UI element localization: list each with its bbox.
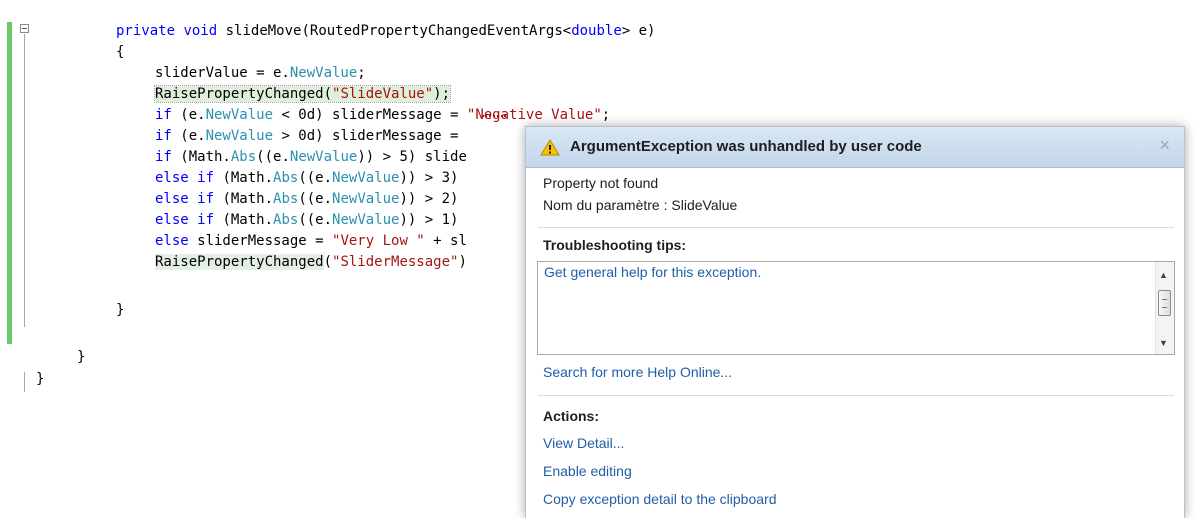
divider [538, 395, 1174, 396]
change-tracking-bar [7, 22, 12, 344]
code-line-12: RaisePropertyChanged("SliderMessage") [155, 254, 467, 270]
scroll-up-icon[interactable]: ▲ [1159, 270, 1168, 280]
outline-line-end [24, 372, 25, 392]
code-line-9: else if (Math.Abs((e.NewValue)) > 2) [155, 191, 459, 207]
code-line-13: } [116, 302, 125, 318]
code-line-7: if (Math.Abs((e.NewValue)) > 5) slide [155, 149, 467, 165]
search-help-online-link[interactable]: Search for more Help Online... [543, 364, 732, 380]
code-line-11: else sliderMessage = "Very Low " + sl [155, 233, 467, 249]
code-line-10: else if (Math.Abs((e.NewValue)) > 1) [155, 212, 459, 228]
close-icon[interactable]: × [1159, 135, 1170, 156]
code-line-15: } [36, 371, 45, 387]
outline-line [24, 34, 25, 327]
general-help-link[interactable]: Get general help for this exception. [544, 264, 761, 280]
view-detail-link[interactable]: View Detail... [543, 435, 624, 451]
scroll-thumb[interactable] [1158, 290, 1171, 316]
actions-heading: Actions: [543, 408, 599, 424]
popup-title: ArgumentException was unhandled by user … [570, 138, 922, 155]
scroll-down-icon[interactable]: ▼ [1159, 338, 1168, 348]
code-editor[interactable]: private void slideMove(RoutedPropertyCha… [0, 0, 1200, 518]
exception-message-line2: Nom du paramètre : SlideValue [543, 197, 738, 213]
copy-exception-detail-link[interactable]: Copy exception detail to the clipboard [543, 491, 776, 507]
code-line-3: sliderValue = e.NewValue; [155, 65, 366, 81]
code-line-2: { [116, 44, 125, 60]
exception-message-line1: Property not found [543, 175, 659, 191]
tips-scrollbar[interactable]: ▲ ▼ [1155, 262, 1174, 354]
troubleshooting-tips-list[interactable]: Get general help for this exception. ▲ ▼ [537, 261, 1175, 355]
code-line-1: private void slideMove(RoutedPropertyCha… [116, 23, 656, 39]
code-line-8: else if (Math.Abs((e.NewValue)) > 3) [155, 170, 459, 186]
code-line-6: if (e.NewValue > 0d) sliderMessage = [155, 128, 459, 144]
code-line-5: if (e.NewValue < 0d) sliderMessage = "Ne… [155, 107, 611, 123]
warning-icon [540, 139, 560, 156]
exception-assistant-popup: ArgumentException was unhandled by user … [525, 126, 1185, 518]
popup-header: ArgumentException was unhandled by user … [526, 127, 1184, 168]
code-line-14: } [77, 349, 86, 365]
troubleshooting-heading: Troubleshooting tips: [543, 237, 687, 253]
divider [538, 227, 1174, 228]
enable-editing-link[interactable]: Enable editing [543, 463, 632, 479]
collapse-icon[interactable] [20, 24, 29, 33]
code-line-4: RaisePropertyChanged("SlideValue"); [153, 85, 452, 103]
